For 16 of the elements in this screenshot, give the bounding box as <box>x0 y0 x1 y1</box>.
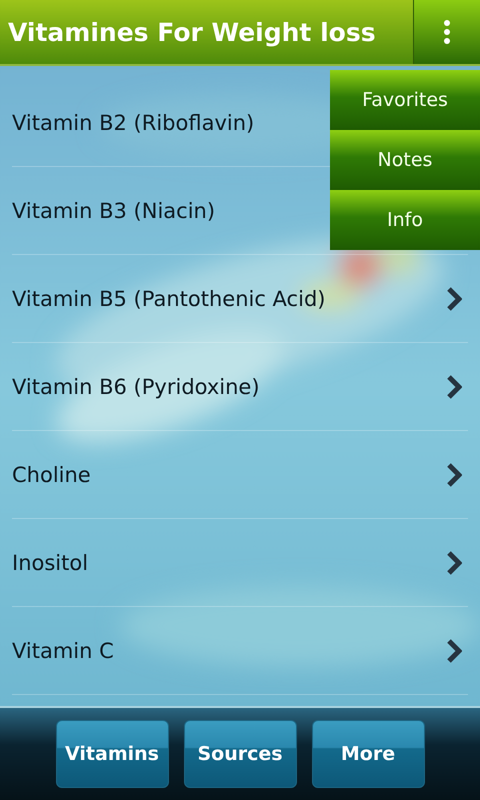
app-title: Vitamines For Weight loss <box>7 18 377 46</box>
chevron-icon <box>446 550 462 574</box>
list-item[interactable]: Choline <box>12 431 468 519</box>
chevron-icon <box>446 638 462 662</box>
list-item[interactable]: Vitamin C <box>12 607 468 695</box>
chevron-icon <box>446 462 462 486</box>
nav-button[interactable]: Sources <box>184 720 296 788</box>
list-item[interactable]: Vitamin B5 (Pantothenic Acid) <box>12 255 468 343</box>
menu-icon <box>443 20 451 44</box>
list-item[interactable]: Vitamin B6 (Pyridoxine) <box>12 343 468 431</box>
list-item[interactable]: Inositol <box>12 519 468 607</box>
nav-button[interactable]: Vitamins <box>56 720 168 788</box>
overflow-menu-button[interactable] <box>413 0 480 64</box>
chevron-icon <box>446 374 462 398</box>
nav-button[interactable]: More <box>312 720 424 788</box>
chevron-icon <box>446 286 462 310</box>
